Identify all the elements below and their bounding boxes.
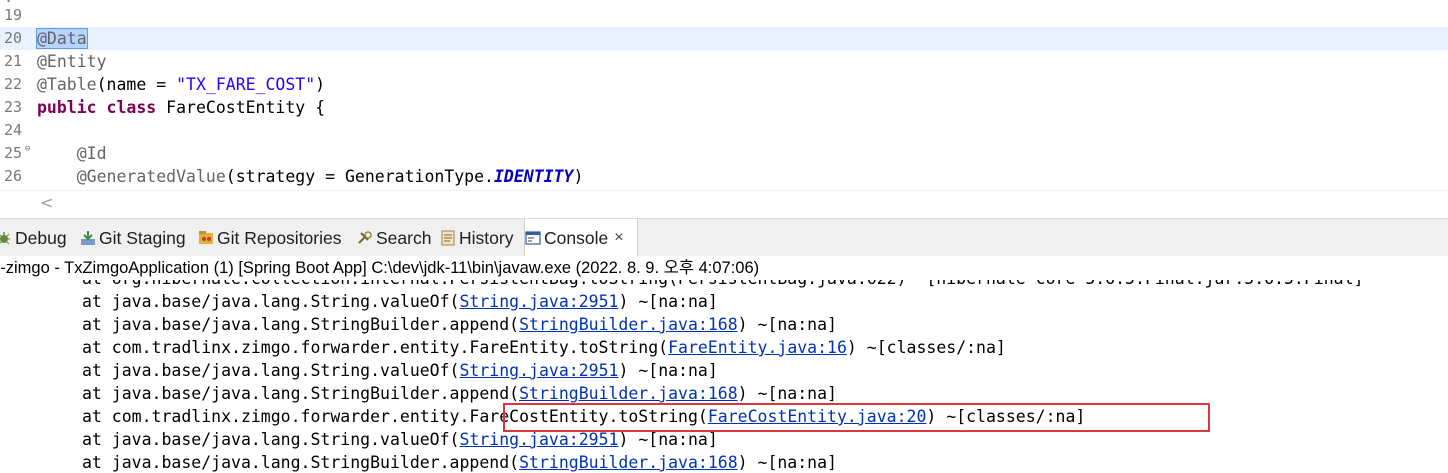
stack-frame-text: at java.base/java.lang.String.valueOf( [82, 430, 460, 449]
line-number: 21 [4, 52, 23, 70]
code-editor[interactable]: . 1920@Data21@Entity22@Table(name = "TX_… [0, 0, 1448, 218]
debug-icon [0, 230, 12, 246]
console-partial-line: at org.hibernate.collection.internal.Per… [82, 280, 1363, 290]
line-number: 24 [4, 121, 23, 139]
code-line[interactable]: 19 [0, 4, 1448, 27]
code-token: IDENTITY [493, 167, 574, 186]
stack-trace-line: at java.base/java.lang.String.valueOf(St… [82, 290, 718, 313]
stack-frame-suffix: ) ~[na:na] [618, 430, 718, 449]
tab-console[interactable]: Console × [524, 219, 638, 257]
source-link[interactable]: String.java:2951 [460, 430, 619, 449]
stack-frame-suffix: ) ~[na:na] [737, 315, 837, 334]
console-output[interactable]: at org.hibernate.collection.internal.Per… [0, 280, 1448, 473]
code-token: ) [573, 167, 584, 186]
launch-configuration-label: x-zimgo - TxZimgoApplication (1) [Spring… [0, 259, 760, 277]
code-token: "TX_FARE_COST" [176, 75, 316, 94]
stack-trace-line: at com.tradlinx.zimgo.forwarder.entity.F… [82, 336, 1006, 359]
stack-frame-suffix: ) ~[na:na] [618, 361, 718, 380]
stack-frame-suffix: ) ~[na:na] [737, 453, 837, 472]
fold-toggle-icon[interactable]: ⊖ [25, 143, 30, 155]
console-header: x-zimgo - TxZimgoApplication (1) [Spring… [0, 256, 1448, 281]
code-text: @Id [37, 142, 107, 165]
line-number: 23 [4, 98, 23, 116]
git-staging-icon [80, 230, 96, 246]
code-token: ) [315, 75, 326, 94]
tab-git-repositories[interactable]: Git Repositories [198, 219, 350, 257]
code-line[interactable]: 24 [0, 119, 1448, 142]
code-token: @Data [36, 28, 88, 49]
code-token: FareCostEntity { [156, 98, 326, 117]
code-line[interactable]: 25 ⊖ @Id [0, 142, 1448, 165]
git-repositories-icon [198, 230, 214, 246]
code-line[interactable]: 22 @Table(name = "TX_FARE_COST") [0, 73, 1448, 96]
stack-frame-text: at java.base/java.lang.String.valueOf( [82, 292, 460, 311]
tab-label: Git Repositories [217, 227, 342, 248]
line-number: 20 [4, 29, 23, 47]
horizontal-scrollbar[interactable]: < [0, 190, 1448, 217]
tab-search[interactable]: Search [357, 219, 433, 257]
source-link[interactable]: String.java:2951 [460, 361, 619, 380]
code-token: @Entity [37, 52, 107, 71]
source-link[interactable]: FareEntity.java:16 [668, 338, 847, 357]
code-token: @Id [76, 144, 107, 163]
scroll-left-arrow-icon[interactable]: < [40, 193, 53, 212]
history-icon [440, 230, 456, 246]
stack-frame-text: at java.base/java.lang.StringBuilder.app… [82, 453, 520, 472]
line-number: 26 [4, 167, 23, 185]
source-link[interactable]: String.java:2951 [460, 292, 619, 311]
code-token: (name = [96, 75, 177, 94]
code-token: (strategy = GenerationType. [225, 167, 494, 186]
stack-frame-suffix: ) ~[classes/:na] [846, 338, 1006, 357]
code-token: @GeneratedValue [76, 167, 226, 186]
code-line[interactable]: 21 @Entity [0, 50, 1448, 73]
stack-frame-text: at java.base/java.lang.String.valueOf( [82, 361, 460, 380]
line-number: 19 [4, 6, 23, 24]
stack-trace-line: at java.base/java.lang.String.valueOf(St… [82, 359, 718, 382]
tab-label: Console [544, 227, 609, 248]
tab-git-staging[interactable]: Git Staging [80, 219, 192, 257]
code-text: @Data [36, 27, 88, 50]
tab-history[interactable]: History [440, 219, 518, 257]
view-tab-bar: Debug Git Staging Git Repositories Search Hi… [0, 218, 1448, 257]
line-number: 22 [4, 75, 23, 93]
tab-label: Git Staging [99, 227, 186, 248]
close-icon[interactable]: × [614, 229, 623, 247]
code-token: @Table [37, 75, 97, 94]
stack-trace-line: at java.base/java.lang.StringBuilder.app… [82, 382, 837, 405]
source-link[interactable]: StringBuilder.java:168 [519, 384, 738, 403]
code-token: class [106, 98, 157, 117]
code-text: @GeneratedValue(strategy = GenerationTyp… [37, 165, 584, 188]
code-text: public class FareCostEntity { [37, 96, 325, 119]
code-text: @Entity [37, 50, 107, 73]
highlight-annotation-box [503, 403, 1210, 432]
tab-label: Debug [15, 227, 67, 248]
stack-trace-line: at java.base/java.lang.StringBuilder.app… [82, 313, 837, 336]
source-link[interactable]: StringBuilder.java:168 [519, 315, 738, 334]
stack-frame-text: at java.base/java.lang.StringBuilder.app… [82, 315, 520, 334]
code-line[interactable]: 20 @Data [0, 27, 1448, 50]
console-icon [525, 230, 541, 246]
source-link[interactable]: StringBuilder.java:168 [519, 453, 738, 472]
code-line[interactable]: 23 public class FareCostEntity { [0, 96, 1448, 119]
code-text: @Table(name = "TX_FARE_COST") [37, 73, 325, 96]
stack-frame-suffix: ) ~[na:na] [618, 292, 718, 311]
stack-frame-suffix: ) ~[na:na] [737, 384, 837, 403]
tab-label: History [459, 227, 514, 248]
search-icon [357, 230, 373, 246]
stack-frame-text: at java.base/java.lang.StringBuilder.app… [82, 384, 520, 403]
stack-frame-text: at com.tradlinx.zimgo.forwarder.entity.F… [82, 338, 669, 357]
tab-debug[interactable]: Debug [0, 219, 70, 257]
tab-label: Search [376, 227, 432, 248]
code-token: public [37, 98, 97, 117]
code-line[interactable]: 26 @GeneratedValue(strategy = Generation… [0, 165, 1448, 188]
stack-trace-line: at java.base/java.lang.StringBuilder.app… [82, 451, 837, 473]
